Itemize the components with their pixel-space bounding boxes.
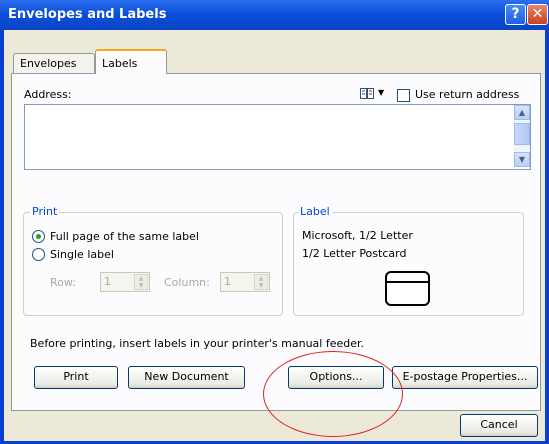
scroll-thumb[interactable] [514, 123, 530, 145]
scroll-down-icon[interactable]: ▼ [514, 152, 530, 167]
dialog-client: Envelopes Labels Address: ▼ Use return a… [4, 30, 545, 441]
label-group-title: Label [298, 205, 332, 218]
full-page-radio[interactable] [32, 230, 45, 243]
print-button[interactable]: Print [34, 366, 118, 389]
instruction-text: Before printing, insert labels in your p… [30, 337, 365, 350]
envelopes-labels-dialog: Envelopes and Labels ? ✕ Envelopes Label… [0, 0, 549, 444]
scroll-up-icon[interactable]: ▲ [514, 105, 530, 120]
row-spinner[interactable]: 1 ▲ ▼ [100, 272, 150, 292]
column-label: Column: [164, 276, 210, 289]
address-label: Address: [24, 88, 72, 101]
row-spin-arrows-icon[interactable]: ▲ ▼ [134, 274, 148, 290]
radio-selected-dot [36, 234, 41, 239]
close-button[interactable]: ✕ [527, 4, 548, 25]
label-product: 1/2 Letter Postcard [302, 247, 407, 260]
row-label: Row: [50, 276, 76, 289]
column-spinner[interactable]: 1 ▲ ▼ [220, 272, 270, 292]
tab-labels-label: Labels [102, 57, 138, 70]
new-document-button[interactable]: New Document [128, 366, 245, 389]
print-group-title: Print [30, 205, 60, 218]
single-label-radio[interactable] [32, 248, 45, 261]
column-value: 1 [224, 275, 231, 288]
print-group: Print [23, 205, 283, 316]
tab-labels[interactable]: Labels [95, 49, 167, 74]
row-value: 1 [104, 275, 111, 288]
tab-envelopes[interactable]: Envelopes [13, 53, 95, 73]
tab-envelopes-label: Envelopes [20, 57, 77, 70]
use-return-address-checkbox[interactable] [397, 89, 410, 102]
label-vendor: Microsoft, 1/2 Letter [302, 229, 413, 242]
use-return-address-label: Use return address [415, 88, 520, 101]
options-button[interactable]: Options... [288, 366, 384, 389]
address-book-dropdown-icon[interactable]: ▼ [378, 88, 384, 97]
epostage-properties-button[interactable]: E-postage Properties... [392, 366, 538, 389]
cancel-button[interactable]: Cancel [460, 414, 538, 437]
title-bar[interactable]: Envelopes and Labels ? ✕ [0, 0, 549, 30]
label-preview-line [387, 281, 428, 283]
full-page-label: Full page of the same label [50, 230, 199, 243]
column-spin-arrows-icon[interactable]: ▲ ▼ [254, 274, 268, 290]
address-scrollbar[interactable]: ▲ ▼ [514, 105, 530, 167]
dialog-title: Envelopes and Labels [8, 7, 167, 22]
label-preview-icon[interactable] [385, 271, 430, 306]
address-textarea[interactable] [24, 104, 531, 170]
address-book-icon[interactable] [360, 88, 374, 99]
single-label-label: Single label [50, 248, 114, 261]
help-button[interactable]: ? [505, 4, 526, 25]
